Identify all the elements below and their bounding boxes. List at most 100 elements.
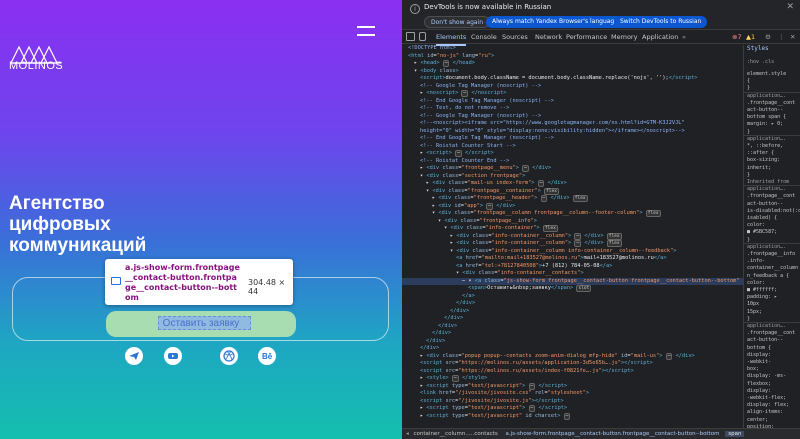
styles-tab[interactable]: Styles [747,45,769,53]
dom-node[interactable]: ▸ <div id="app"> ⋯ </div> [432,202,515,211]
style-rule-line[interactable]: bottom span { [747,114,786,121]
dom-node[interactable]: <!-- Google Tag Manager (noscript) --> [420,113,541,121]
match-browser-language-button[interactable]: Always match Yandex Browser's language [486,16,624,28]
style-rule-line[interactable]: padding: ▸ [747,294,777,301]
behance-icon[interactable]: Bē [258,347,276,365]
style-rule-line[interactable]: *, ::before, [747,143,783,150]
dom-node[interactable]: <script src="https://molinos.ru/assets/i… [420,368,634,376]
style-rule-line[interactable]: .frontpage__cont [747,330,795,337]
style-rule-line[interactable]: .info- [747,258,765,265]
settings-gear-icon[interactable]: ⚙ [765,30,771,44]
dom-node-selected[interactable]: ⋯ ▾ <a class="js-show-form frontpage__co… [402,277,743,285]
dom-node[interactable]: height="0" width="0" style="display:none… [420,128,685,136]
style-rule-line[interactable]: .frontpage__cont [747,100,795,107]
style-rule-line[interactable]: .frontpage__info [747,251,795,258]
dom-node[interactable]: </div> [426,338,445,346]
tab-performance[interactable]: Performance [566,30,607,44]
style-rule-line[interactable]: color: [747,280,765,287]
inspect-element-icon[interactable] [406,32,415,41]
dom-node[interactable]: ▸ <style> ⋯ </style> [420,375,487,383]
dom-node[interactable]: <script src="https://molinos.ru/assets/a… [420,360,653,368]
style-rule-line[interactable]: center; [747,417,768,424]
style-rule-line[interactable]: ■ #5BC587; [747,229,777,236]
style-rule-line[interactable]: application…. [747,136,786,143]
style-rule-line[interactable]: act-button-- [747,201,783,208]
dom-node[interactable]: ▾ <div class="frontpage__info"> [438,218,537,226]
style-rule-line[interactable]: align-items: [747,409,783,416]
dom-node[interactable]: ▾ <div class="info-container"> flex [444,225,558,233]
dom-node[interactable]: <a href="mailto:mail+183527@molinos.ru">… [456,255,667,263]
style-rule-line[interactable]: .frontpage__cont [747,193,795,200]
dom-node[interactable]: ▸ <script> ⋯ </script> [420,150,494,158]
style-rule-line[interactable]: 15px; [747,309,762,316]
style-rule-line[interactable]: act-button-- [747,107,783,114]
dom-node[interactable]: ▸ <div class="mail-us index-form"> ⋯ </d… [426,180,567,188]
tab-elements[interactable]: Elements [436,30,467,46]
dom-node[interactable]: <!-- Google Tag Manager (noscript) --> [420,83,541,91]
dont-show-again-button[interactable]: Don't show again [424,16,491,28]
style-rule-line[interactable]: box-sizing: [747,157,780,164]
dom-node[interactable]: </div> [438,323,457,331]
dom-node[interactable]: <!--<noscript><iframe src="https://www.g… [420,120,685,128]
dom-node[interactable]: ▸ <div class="info-container__column"> ⋯… [450,240,622,248]
breadcrumb-item[interactable]: a.js-show-form.frontpage__contact-button… [506,431,720,437]
tab-network[interactable]: Network [535,30,562,44]
dom-node[interactable]: ▸ <div class="popup popup--contacts zoom… [420,352,695,361]
style-rule-line[interactable]: application…. [747,323,786,330]
dom-node[interactable]: <!-- End Google Tag Manager (noscript) -… [420,98,554,106]
breadcrumb-scroll-left-icon[interactable]: ◂ [402,431,409,437]
dom-node[interactable]: ▾ <body class> [414,68,459,76]
style-rule-line[interactable]: isabled) { [747,215,777,222]
dom-node[interactable]: ▸ <div class="frontpage__header"> ⋯ </di… [432,195,588,203]
style-rule-line[interactable]: display: [747,388,771,395]
breadcrumb-item[interactable]: container__column.….contacts [414,431,498,437]
style-rule-line[interactable]: display: [747,352,771,359]
style-rule-line[interactable]: -webkit-flex; [747,395,786,402]
dom-node[interactable]: </div> [456,300,475,308]
style-rule-line[interactable]: display: -ms- [747,373,786,380]
dom-node[interactable]: <!-- End Google Tag Manager (noscript) -… [420,135,554,143]
style-rule-line[interactable]: container__column [747,265,798,272]
dom-node[interactable]: ▾ <div class="frontpage__column frontpag… [432,210,661,218]
more-options-icon[interactable]: ⋮ [778,30,785,44]
style-rule-line[interactable]: application…. [747,93,786,100]
dom-node[interactable]: <script src="/jivosite/jivosite.js"></sc… [420,398,564,406]
dom-node[interactable]: </div> [420,345,439,353]
style-rule-line[interactable]: bottom { [747,345,771,352]
dom-node[interactable]: </div> [450,308,469,316]
close-devtools-icon[interactable]: ✕ [790,30,795,44]
style-rule-line[interactable]: application…. [747,186,786,193]
dom-node[interactable]: <span>Оставить&nbsp;заявку</span> slot [468,285,592,293]
style-rule-line[interactable]: act-button-- [747,337,783,344]
style-rule-line[interactable]: display: flex; [747,402,789,409]
style-rule-line[interactable]: is-disabled:not(:d [747,208,800,215]
style-rule-line[interactable]: -webkit- [747,359,771,366]
dom-node[interactable]: ▾ <div class="info-container__column inf… [450,248,677,256]
device-toolbar-icon[interactable] [419,32,426,41]
telegram-icon[interactable] [125,347,143,365]
tab-application[interactable]: Application [642,30,678,44]
dom-node[interactable]: ▾ <div class="frontpage__container"> fle… [426,187,559,196]
style-rule-line[interactable]: } [747,172,750,179]
dribbble-icon[interactable] [220,347,238,365]
dom-node[interactable]: <script>document.body.className = docume… [420,75,697,83]
dom-node[interactable]: <!-- Test, do not remove --> [420,105,509,113]
dom-node[interactable]: ▾ <div class="section frontpage"> [420,173,525,181]
tab-sources[interactable]: Sources [502,30,528,44]
style-rule-line[interactable]: box; [747,366,759,373]
hamburger-menu-icon[interactable] [357,26,375,36]
dom-node[interactable]: </div> [444,315,463,323]
style-rule-line[interactable]: application…. [747,244,786,251]
dom-node[interactable]: <!-- Roistat Counter End --> [420,158,509,166]
dom-node[interactable]: </div> [432,330,451,338]
style-rule-line[interactable]: flexbox; [747,381,771,388]
style-rule-line[interactable]: ■ #ffffff; [747,287,777,294]
style-rule-line[interactable]: color: [747,222,765,229]
dom-node[interactable]: ▸ <head> ⋯ </head> [414,60,475,68]
dom-node[interactable]: ▸ <script type="text/javascript" id char… [420,412,571,421]
style-rule-line[interactable]: inherit; [747,165,771,172]
dom-node[interactable]: <!DOCTYPE html> [408,45,456,53]
switch-to-russian-button[interactable]: Switch DevTools to Russian [614,16,708,28]
style-rule-line[interactable]: 10px [747,301,759,308]
dom-node[interactable]: <link href="/jivosite/jivosite.css" rel=… [420,390,589,398]
